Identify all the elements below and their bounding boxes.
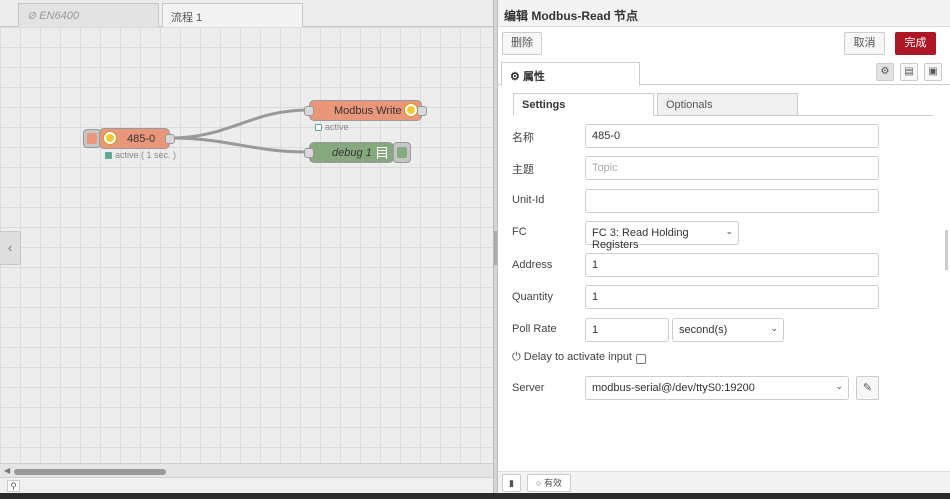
list-icon — [377, 147, 387, 159]
tray-scrollbar[interactable] — [945, 230, 948, 270]
tab-label: EN6400 — [39, 10, 79, 22]
node-status: active — [315, 122, 349, 132]
node-485-0[interactable]: 485-0 — [99, 128, 175, 149]
debug-toggle-button[interactable] — [393, 142, 411, 163]
tab-optionals[interactable]: Optionals — [657, 93, 798, 116]
chevron-left-icon[interactable]: ‹ — [0, 231, 21, 265]
horizontal-scrollbar[interactable]: ◀ — [0, 463, 493, 477]
chevron-down-icon: ⌄ — [835, 381, 843, 391]
server-value: modbus-serial@/dev/ttyS0:19200 — [592, 382, 755, 394]
property-tabs: ⚙ 属性 ⚙ ▤ ▣ — [498, 60, 950, 86]
topic-field[interactable]: Topic — [585, 156, 879, 180]
gear-icon — [405, 104, 417, 116]
chevron-down-icon: ⌄ — [725, 226, 733, 236]
cancel-button[interactable]: 取消 — [844, 32, 885, 55]
tray-toolbar: 删除 取消 完成 — [498, 27, 950, 60]
name-field[interactable]: 485-0 — [585, 124, 879, 148]
node-subtabs: Settings Optionals — [513, 93, 933, 116]
topic-label: 主题 — [512, 164, 534, 176]
node-label: debug 1 — [332, 147, 372, 159]
chevron-down-icon: ⌄ — [770, 323, 778, 333]
flow-workspace: ⊘ EN6400 流程 1 485-0 active ( 1 sec. ) Mo… — [0, 0, 493, 493]
input-port[interactable] — [304, 148, 314, 158]
tab-label: 流程 1 — [171, 12, 203, 24]
wires — [169, 108, 310, 154]
tray-title: 编辑 Modbus-Read 节点 — [498, 0, 950, 27]
delete-button[interactable]: 删除 — [502, 32, 542, 55]
node-status: active ( 1 sec. ) — [105, 150, 176, 160]
unit-id-label: Unit-Id — [512, 194, 545, 206]
search-icon[interactable]: ⚲ — [7, 480, 20, 492]
status-text: active — [325, 122, 349, 132]
wire-to-debug[interactable] — [169, 136, 310, 154]
tab-properties[interactable]: ⚙ 属性 — [501, 62, 640, 86]
scroll-left-icon[interactable]: ◀ — [4, 466, 10, 475]
server-select[interactable]: modbus-serial@/dev/ttyS0:19200 ⌄ — [585, 376, 849, 400]
quantity-label: Quantity — [512, 291, 553, 303]
name-label: 名称 — [512, 132, 534, 144]
pencil-icon: ✎ — [862, 382, 873, 394]
fc-select[interactable]: FC 3: Read Holding Registers ⌄ — [585, 221, 739, 251]
delay-label: ⏻ Delay to activate input — [512, 351, 632, 364]
fc-label: FC — [512, 226, 527, 238]
node-modbus-write[interactable]: Modbus Write — [304, 100, 427, 121]
disabled-icon: ⊘ — [27, 10, 37, 22]
workspace-footer: ⚲ — [0, 477, 493, 493]
wire-to-modbus-write[interactable] — [169, 108, 310, 140]
node-debug-1[interactable]: debug 1 — [304, 142, 394, 163]
address-field[interactable]: 1 — [585, 253, 879, 277]
input-port[interactable] — [304, 106, 314, 116]
output-port[interactable] — [165, 134, 175, 144]
node-label: 485-0 — [127, 133, 156, 145]
power-icon: ⏻ — [512, 351, 521, 363]
status-text: active ( 1 sec. ) — [115, 150, 177, 160]
poll-rate-field[interactable]: 1 — [585, 318, 669, 342]
description-icon[interactable]: ▤ — [900, 63, 918, 81]
tab-flow-1[interactable]: 流程 1 — [162, 3, 303, 28]
server-label: Server — [512, 382, 545, 394]
status-dot-icon — [105, 152, 112, 159]
delay-label-text: Delay to activate input — [523, 351, 632, 363]
node-label: Modbus Write — [334, 105, 402, 117]
scroll-thumb[interactable] — [14, 469, 166, 475]
poll-rate-unit-value: second(s) — [679, 324, 728, 336]
gear-icon — [104, 132, 116, 144]
unit-id-field[interactable] — [585, 189, 879, 213]
edit-tray: 编辑 Modbus-Read 节点 删除 取消 完成 ⚙ 属性 ⚙ ▤ ▣ Se… — [497, 0, 950, 493]
enabled-toggle[interactable]: ○ 有效 — [527, 474, 571, 492]
enabled-label: 有效 — [543, 478, 562, 488]
edit-server-button[interactable]: ✎ — [856, 376, 879, 400]
address-label: Address — [512, 259, 553, 271]
book-icon[interactable]: ▮ — [502, 474, 521, 492]
tab-en6400[interactable]: ⊘ EN6400 — [18, 3, 159, 27]
output-port[interactable] — [417, 106, 427, 116]
fc-value: FC 3: Read Holding Registers — [592, 227, 689, 251]
done-button[interactable]: 完成 — [895, 32, 936, 55]
app-root: ⊘ EN6400 流程 1 485-0 active ( 1 sec. ) Mo… — [0, 0, 950, 499]
bottom-strip — [0, 493, 950, 499]
poll-rate-label: Poll Rate — [512, 323, 557, 335]
quantity-field[interactable]: 1 — [585, 285, 879, 309]
appearance-icon[interactable]: ▣ — [924, 63, 942, 81]
tray-footer: ▮ ○ 有效 — [498, 471, 950, 493]
settings-icon[interactable]: ⚙ — [876, 63, 894, 81]
tab-label: 属性 — [522, 71, 545, 83]
flow-canvas[interactable]: 485-0 active ( 1 sec. ) Modbus Write act… — [0, 27, 493, 463]
status-ring-icon — [315, 124, 322, 131]
circle-icon: ○ — [536, 478, 542, 488]
gear-icon: ⚙ — [510, 71, 520, 83]
tab-settings[interactable]: Settings — [513, 93, 654, 116]
flow-tabbar: ⊘ EN6400 流程 1 — [0, 0, 493, 28]
delay-checkbox[interactable] — [636, 354, 646, 364]
poll-rate-unit-select[interactable]: second(s) ⌄ — [672, 318, 784, 342]
